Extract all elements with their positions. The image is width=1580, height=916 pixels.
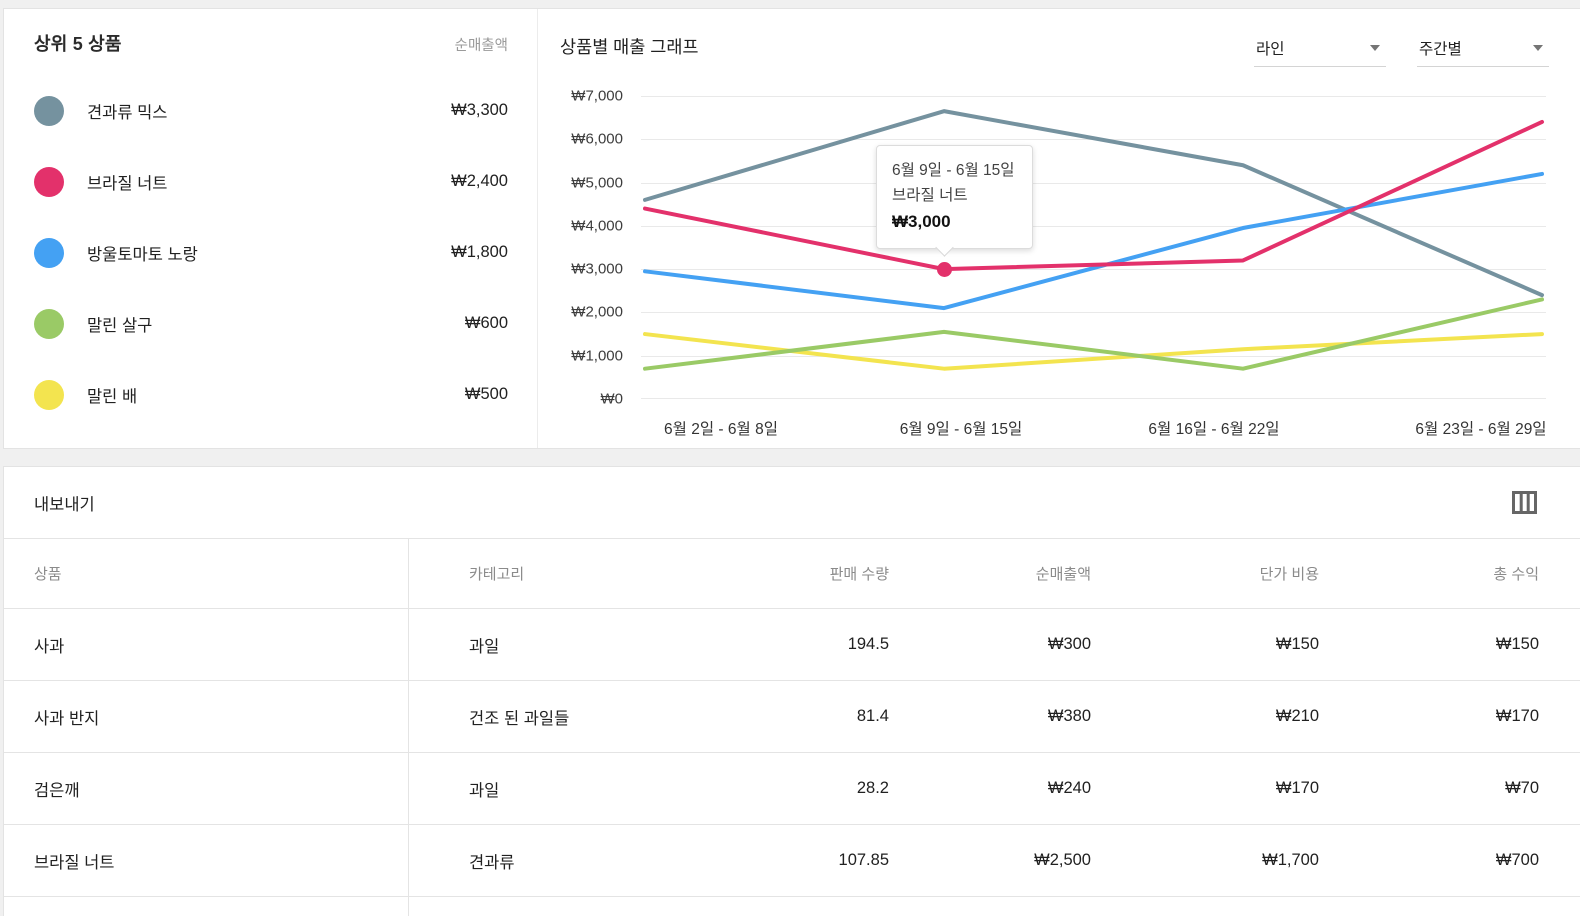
- columns-button[interactable]: [1512, 491, 1537, 514]
- export-title: 내보내기: [34, 495, 95, 514]
- series-color-dot: [34, 379, 64, 410]
- chart-type-selected-value: 라인: [1256, 40, 1285, 58]
- cell-product: 사과: [4, 609, 409, 680]
- cell-net-sales: ₩2,500: [1034, 851, 1091, 869]
- series-color-dot: [34, 95, 64, 126]
- product-value: ₩600: [464, 314, 508, 332]
- product-value: ₩2,400: [451, 172, 508, 190]
- cell-total-profit: ₩70: [1505, 779, 1539, 797]
- column-header-total-profit: 총 수익: [1493, 566, 1539, 583]
- series-color-dot: [34, 237, 64, 268]
- cell-product: 검은깨: [4, 753, 409, 824]
- product-value: ₩500: [464, 385, 508, 403]
- export-toolbar: 내보내기: [4, 467, 1580, 538]
- tooltip-value: ₩3,000: [892, 212, 951, 232]
- cell-unit-cost: ₩210: [1275, 707, 1319, 725]
- columns-icon: [1512, 491, 1537, 514]
- cell-quantity: 107.85: [838, 851, 889, 869]
- top-products-title: 상위 5 상품: [34, 34, 122, 54]
- column-header-product: 상품: [4, 539, 409, 608]
- cell-unit-cost: ₩1,700: [1262, 851, 1319, 869]
- line-series-1: [643, 119, 1544, 272]
- chevron-down-icon: [1370, 44, 1380, 51]
- chevron-down-icon: [1533, 44, 1543, 51]
- table-card: 내보내기 상품 카테고리 판매 수량 순매출액 단가 비용 총 수익 사과 과일…: [3, 466, 1580, 916]
- product-name: 견과류 믹스: [87, 103, 168, 122]
- x-axis-tick-label: 6월 23일 - 6월 29일: [1415, 421, 1547, 438]
- cell-quantity: 81.4: [856, 707, 889, 725]
- tooltip-data-point: [936, 261, 952, 277]
- chart-title: 상품별 매출 그래프: [560, 37, 699, 57]
- cell-total-profit: ₩150: [1495, 635, 1539, 653]
- cell-total-profit: ₩700: [1495, 851, 1539, 869]
- x-axis-tick-label: 6월 9일 - 6월 15일: [899, 421, 1023, 438]
- cell-net-sales: ₩300: [1047, 635, 1091, 653]
- table-row: 사과 과일 194.5 ₩300 ₩150 ₩150: [4, 608, 1580, 680]
- top-card: 상위 5 상품 순매출액 견과류 믹스 ₩3,300 브라질 너트 ₩2,400…: [3, 8, 1580, 449]
- tooltip-series-name: 브라질 너트: [892, 187, 968, 205]
- line-chart-svg: [643, 109, 1544, 371]
- cell-net-sales: ₩240: [1047, 779, 1091, 797]
- list-item: 방울토마토 노랑 ₩1,800: [34, 217, 508, 288]
- table-row: 사과 반지 건조 된 과일들 81.4 ₩380 ₩210 ₩170: [4, 680, 1580, 752]
- product-name: 말린 배: [87, 387, 138, 406]
- cell-quantity: 28.2: [856, 779, 889, 797]
- list-item: 말린 배 ₩500: [34, 359, 508, 430]
- list-item: 브라질 너트 ₩2,400: [34, 146, 508, 217]
- cell-unit-cost: ₩170: [1275, 779, 1319, 797]
- column-header-category: 카테고리: [469, 566, 525, 583]
- chart-y-axis: ₩0 ₩1,000 ₩2,000 ₩3,000 ₩4,000 ₩5,000 ₩6,000 ₩7…: [538, 88, 623, 408]
- cell-net-sales: ₩380: [1047, 707, 1091, 725]
- line-series-2: [643, 171, 1544, 311]
- cell-category: 견과류: [469, 853, 515, 872]
- list-item: 말린 살구 ₩600: [34, 288, 508, 359]
- x-axis-tick-label: 6월 2일 - 6월 8일: [664, 421, 778, 438]
- series-color-dot: [34, 308, 64, 339]
- series-color-dot: [34, 166, 64, 197]
- y-axis-tick-label: ₩7,000: [571, 87, 623, 105]
- chart-x-axis: 6월 2일 - 6월 8일 6월 9일 - 6월 15일 6월 16일 - 6월 2…: [641, 407, 1547, 438]
- column-header-net-sales: 순매출액: [1035, 566, 1091, 583]
- y-axis-tick-label: ₩0: [600, 390, 624, 408]
- y-axis-tick-label: ₩3,000: [571, 260, 623, 278]
- cell-product: [4, 897, 409, 916]
- table-header-row: 상품 카테고리 판매 수량 순매출액 단가 비용 총 수익: [4, 538, 1580, 608]
- product-name: 브라질 너트: [87, 174, 168, 193]
- net-sales-column-label: 순매출액: [454, 38, 508, 54]
- sales-chart-panel: 상품별 매출 그래프 라인 주간별 ₩0 ₩1,000 ₩2,000 ₩3,000 ₩4…: [538, 9, 1580, 448]
- tooltip-period: 6월 9일 - 6월 15일: [892, 162, 1015, 180]
- y-axis-tick-label: ₩4,000: [571, 217, 623, 235]
- column-header-unit-cost: 단가 비용: [1259, 566, 1319, 583]
- cell-product: 사과 반지: [4, 681, 409, 752]
- product-value: ₩3,300: [451, 101, 508, 119]
- cell-category: 과일: [469, 637, 500, 656]
- column-header-quantity: 판매 수량: [829, 566, 889, 583]
- x-axis-tick-label: 6월 16일 - 6월 22일: [1148, 421, 1280, 438]
- list-item: 견과류 믹스 ₩3,300: [34, 75, 508, 146]
- cell-unit-cost: ₩150: [1275, 635, 1319, 653]
- top-products-list: 견과류 믹스 ₩3,300 브라질 너트 ₩2,400 방울토마토 노랑 ₩1,…: [34, 75, 508, 430]
- y-axis-tick-label: ₩5,000: [571, 174, 623, 192]
- product-value: ₩1,800: [451, 243, 508, 261]
- table-row: [4, 896, 1580, 916]
- chart-tooltip: 6월 9일 - 6월 15일 브라질 너트 ₩3,000: [876, 145, 1033, 250]
- period-select[interactable]: 주간별: [1417, 29, 1549, 67]
- period-selected-value: 주간별: [1419, 40, 1462, 58]
- cell-quantity: 194.5: [847, 635, 889, 653]
- top-products-panel: 상위 5 상품 순매출액 견과류 믹스 ₩3,300 브라질 너트 ₩2,400…: [4, 9, 538, 448]
- cell-product: 브라질 너트: [4, 825, 409, 896]
- cell-total-profit: ₩170: [1495, 707, 1539, 725]
- y-axis-tick-label: ₩6,000: [571, 130, 623, 148]
- product-name: 방울토마토 노랑: [87, 245, 198, 264]
- cell-category: 건조 된 과일들: [469, 709, 570, 728]
- table-row: 브라질 너트 견과류 107.85 ₩2,500 ₩1,700 ₩700: [4, 824, 1580, 896]
- table-row: 검은깨 과일 28.2 ₩240 ₩170 ₩70: [4, 752, 1580, 824]
- top-products-header: 상위 5 상품 순매출액: [34, 9, 508, 56]
- y-axis-tick-label: ₩2,000: [571, 303, 623, 321]
- cell-category: 과일: [469, 781, 500, 800]
- chart-type-select[interactable]: 라인: [1254, 29, 1386, 67]
- product-name: 말린 살구: [87, 316, 153, 335]
- y-axis-tick-label: ₩1,000: [571, 347, 623, 365]
- line-chart-plot-area[interactable]: 6월 9일 - 6월 15일 브라질 너트 ₩3,000: [641, 96, 1546, 399]
